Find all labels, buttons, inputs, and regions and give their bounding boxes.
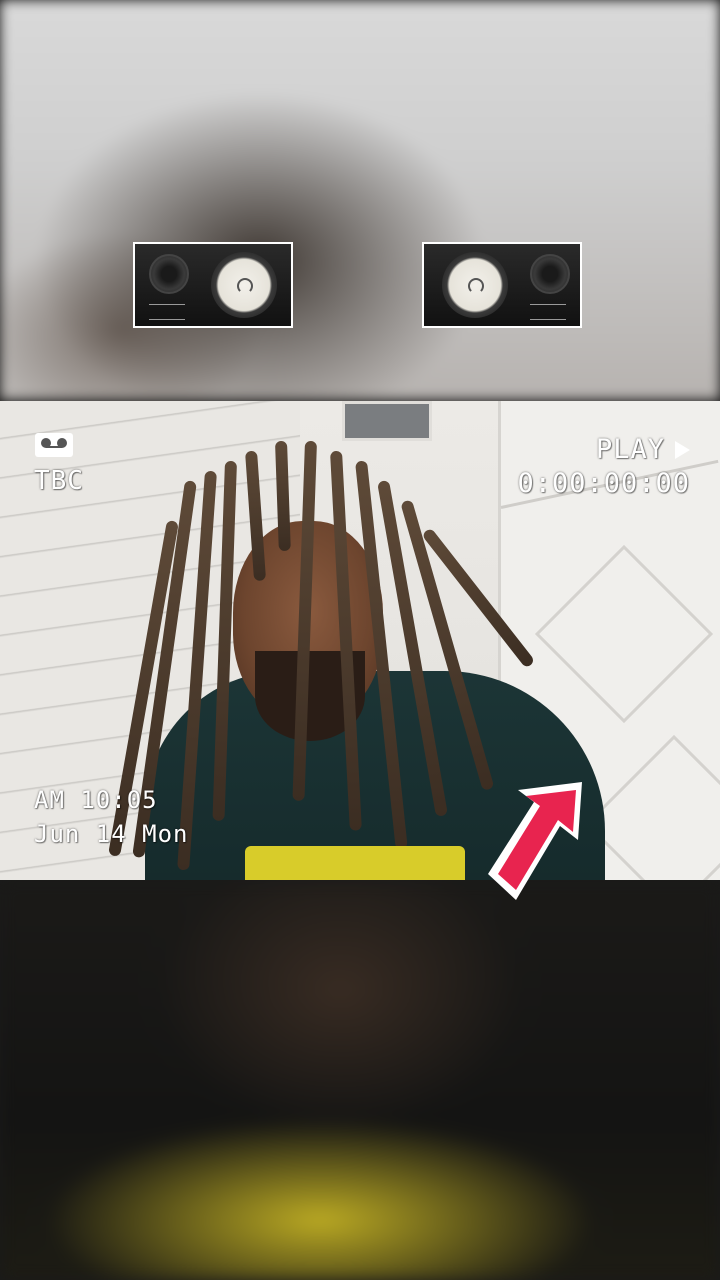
recording-date: Jun 14 Mon [34, 820, 189, 848]
video-frame: TBC PLAY 0:00:00:00 AM 10:05 Jun 14 Mon [0, 0, 720, 1280]
cassette-tape-icon [35, 433, 73, 457]
play-triangle-icon [675, 440, 690, 459]
shirt-print [245, 846, 465, 880]
timecode: 0:00:00:00 [517, 468, 690, 499]
tbc-label: TBC [34, 466, 84, 496]
recording-time: AM 10:05 [34, 786, 158, 814]
blurred-background-top [0, 0, 720, 400]
left-speaker-icon [133, 242, 293, 328]
pointer-arrow-icon [488, 782, 582, 900]
play-label: PLAY [595, 434, 665, 465]
blurred-background-bottom [0, 880, 720, 1280]
right-speaker-icon [422, 242, 582, 328]
window [342, 401, 432, 441]
play-status: PLAY [596, 434, 690, 465]
